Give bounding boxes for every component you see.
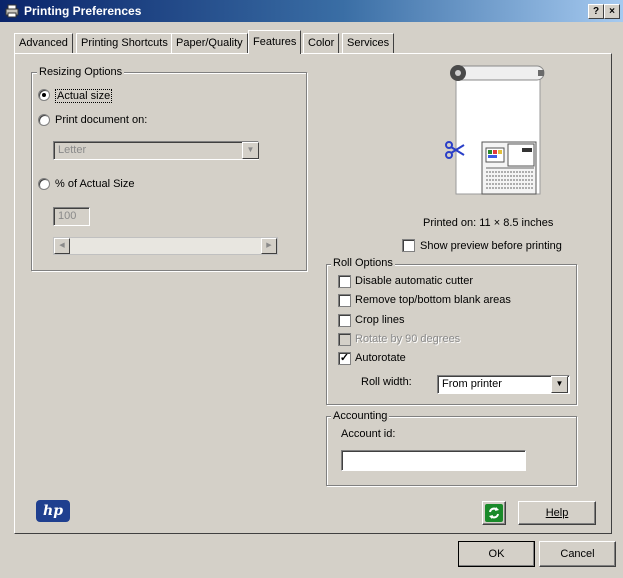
actual-size-radio[interactable]	[38, 89, 50, 101]
help-button[interactable]: Help	[518, 501, 596, 525]
tab-features[interactable]: Features	[248, 30, 302, 54]
title-bar: Printing Preferences ? ×	[0, 0, 623, 22]
printed-on-text: Printed on: 11 × 8.5 inches	[423, 217, 554, 229]
close-button[interactable]: ×	[604, 4, 620, 19]
resizing-options-legend: Resizing Options	[37, 66, 125, 78]
rotate-90-checkbox	[338, 333, 351, 346]
help-button-label: Help	[545, 507, 569, 519]
disable-cutter-label[interactable]: Disable automatic cutter	[355, 275, 473, 287]
remove-blank-areas-checkbox[interactable]	[338, 294, 351, 307]
disable-cutter-checkbox[interactable]	[338, 275, 351, 288]
tab-color[interactable]: Color	[303, 33, 340, 53]
remove-blank-areas-label[interactable]: Remove top/bottom blank areas	[355, 294, 511, 306]
paper-size-select: Letter	[53, 141, 259, 160]
tab-services[interactable]: Services	[342, 33, 395, 53]
printer-icon	[5, 4, 19, 18]
hp-logo: hp	[36, 500, 70, 522]
show-preview-label[interactable]: Show preview before printing	[420, 240, 562, 252]
account-id-label: Account id:	[341, 428, 396, 440]
percent-actual-size-label[interactable]: % of Actual Size	[55, 178, 135, 190]
roll-paper-preview-icon	[445, 65, 545, 195]
tab-paper-quality[interactable]: Paper/Quality	[171, 33, 248, 53]
paper-size-dropdown-arrow-icon: ▼	[242, 142, 259, 159]
scroll-right-arrow-icon: ▶	[261, 238, 277, 254]
percent-value-field: 100	[53, 207, 90, 226]
refresh-button[interactable]	[482, 501, 506, 525]
tab-printing-shortcuts[interactable]: Printing Shortcuts	[76, 33, 173, 53]
roll-width-dropdown-arrow-icon[interactable]: ▼	[551, 376, 568, 393]
print-document-on-label[interactable]: Print document on:	[55, 114, 147, 126]
show-preview-checkbox[interactable]	[402, 239, 415, 252]
autorotate-label[interactable]: Autorotate	[355, 352, 406, 364]
tab-advanced[interactable]: Advanced	[14, 33, 73, 53]
window-title: Printing Preferences	[24, 4, 142, 18]
ok-button[interactable]: OK	[458, 541, 535, 567]
actual-size-label[interactable]: Actual size	[55, 89, 113, 103]
accounting-legend: Accounting	[331, 410, 390, 422]
scroll-left-arrow-icon: ◀	[54, 238, 70, 254]
context-help-button[interactable]: ?	[588, 4, 604, 19]
autorotate-checkbox[interactable]: ✓	[338, 352, 351, 365]
print-document-on-radio[interactable]	[38, 114, 50, 126]
roll-options-legend: Roll Options	[331, 257, 395, 269]
rotate-90-label: Rotate by 90 degrees	[355, 333, 461, 345]
refresh-icon	[485, 504, 503, 522]
percent-actual-size-radio[interactable]	[38, 178, 50, 190]
crop-lines-label[interactable]: Crop lines	[355, 314, 405, 326]
crop-lines-checkbox[interactable]	[338, 314, 351, 327]
roll-width-label: Roll width:	[361, 376, 412, 388]
cancel-button[interactable]: Cancel	[539, 541, 616, 567]
account-id-input[interactable]	[341, 450, 526, 471]
percent-slider: ◀ ▶	[53, 237, 278, 255]
